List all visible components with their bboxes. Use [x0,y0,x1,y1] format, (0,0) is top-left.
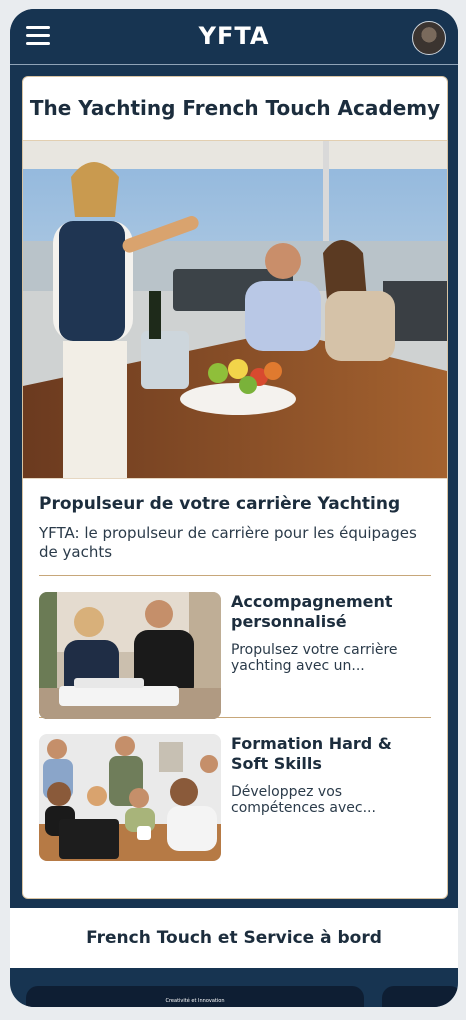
list-item-formation[interactable]: Formation Hard & Soft Skills Développez … [23,718,447,861]
top-navbar: YFTA [10,9,458,65]
section-title: French Touch et Service à bord [10,908,458,968]
list-item-accompagnement[interactable]: Accompagnement personnalisé Propulsez vo… [23,576,447,719]
item-subtitle: Propulsez votre carrière yachting avec u… [231,642,398,674]
app-logo[interactable]: YFTA [10,22,458,50]
carousel-card-label: Creativité et Innovation [165,998,225,1004]
item-subtitle: Développez vos compétences avec... [231,784,376,816]
carousel-card[interactable] [382,986,458,1007]
card-title: The Yachting French Touch Academy [23,77,447,141]
hero-title[interactable]: Propulseur de votre carrière Yachting [39,494,431,514]
item-thumbnail [39,592,221,719]
phone-frame: YFTA The Yachting French Touch Academy P… [10,9,458,1007]
item-title: Formation Hard & Soft Skills [231,734,392,773]
carousel-card[interactable]: Creativité et Innovation [26,986,364,1007]
item-title: Accompagnement personnalisé [231,592,393,631]
user-avatar[interactable] [412,21,446,55]
hero-image[interactable] [23,141,447,479]
academy-card: The Yachting French Touch Academy Propul… [22,76,448,899]
item-thumbnail [39,734,221,861]
hero-subtitle: YFTA: le propulseur de carrière pour les… [39,524,417,561]
